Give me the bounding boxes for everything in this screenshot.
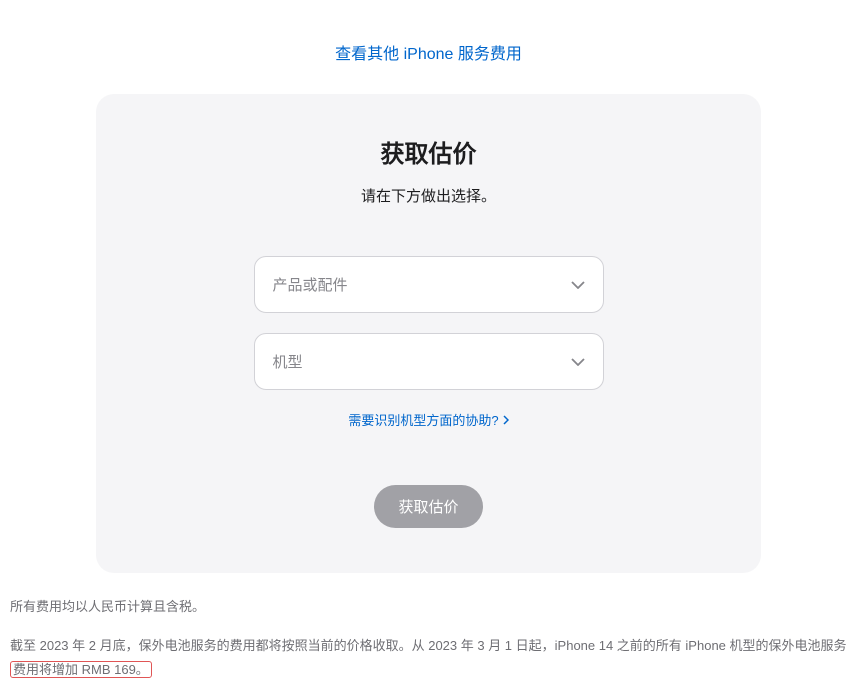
identify-model-help-link[interactable]: 需要识别机型方面的协助? bbox=[348, 410, 508, 429]
footer-line1: 所有费用均以人民币计算且含税。 bbox=[10, 595, 847, 620]
estimate-card: 获取估价 请在下方做出选择。 产品或配件 机型 需要识别机型方面的协助? 获取估… bbox=[96, 94, 761, 573]
get-estimate-button[interactable]: 获取估价 bbox=[374, 485, 482, 528]
product-select-placeholder: 产品或配件 bbox=[273, 274, 348, 295]
help-link-label: 需要识别机型方面的协助? bbox=[348, 410, 498, 429]
footer-line2: 截至 2023 年 2 月底，保外电池服务的费用都将按照当前的价格收取。从 20… bbox=[10, 634, 847, 683]
footer-notes: 所有费用均以人民币计算且含税。 截至 2023 年 2 月底，保外电池服务的费用… bbox=[0, 573, 857, 683]
card-subtitle: 请在下方做出选择。 bbox=[136, 185, 721, 206]
other-services-link[interactable]: 查看其他 iPhone 服务费用 bbox=[335, 46, 522, 63]
model-select[interactable]: 机型 bbox=[254, 333, 604, 390]
model-select-placeholder: 机型 bbox=[273, 351, 303, 372]
chevron-right-icon bbox=[503, 415, 509, 425]
card-title: 获取估价 bbox=[136, 134, 721, 169]
chevron-down-icon bbox=[571, 281, 585, 289]
chevron-down-icon bbox=[571, 358, 585, 366]
product-select[interactable]: 产品或配件 bbox=[254, 256, 604, 313]
price-increase-highlight: 费用将增加 RMB 169。 bbox=[10, 661, 152, 678]
